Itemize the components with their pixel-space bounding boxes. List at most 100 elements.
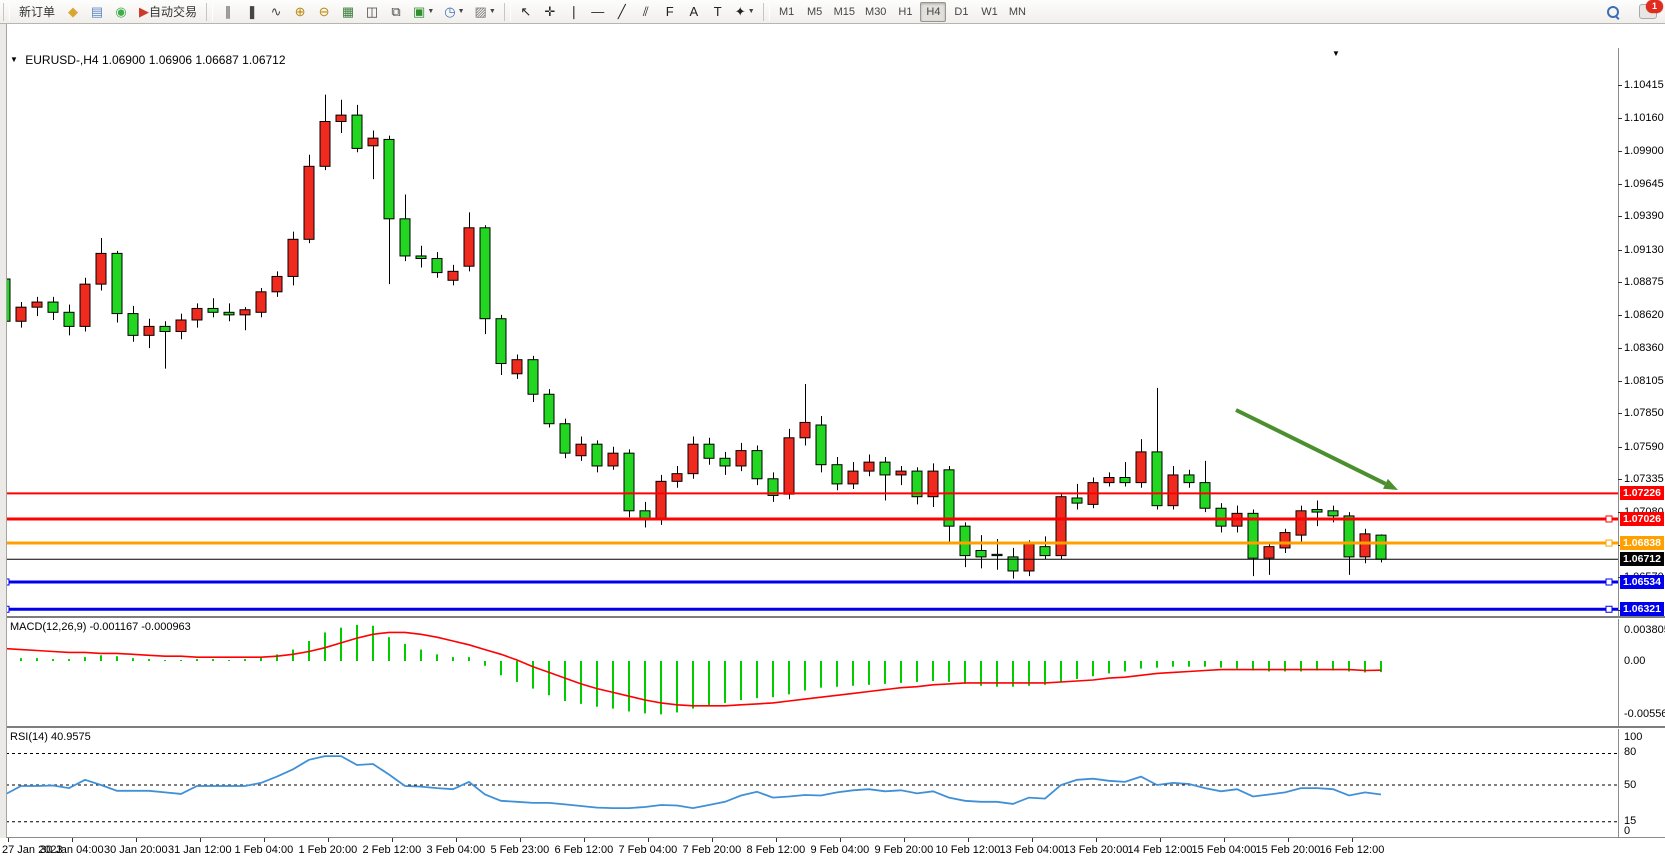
time-axis-tick <box>712 838 713 842</box>
macd-axis-label: -0.005569 <box>1624 708 1665 720</box>
macd-histogram-bar <box>84 657 86 661</box>
bar-chart-icon: ∥ <box>225 5 232 18</box>
arrange-cascade-button[interactable]: ⧉ <box>385 2 407 22</box>
price-level-badge-1.06712[interactable]: 1.06712 <box>1620 552 1664 566</box>
arrange-vertical-button[interactable]: ◫ <box>361 2 383 22</box>
timeframe-button-h1[interactable]: H1 <box>892 2 918 22</box>
rsi-axis-label: 50 <box>1624 779 1636 791</box>
macd-axis-label: 0.003805 <box>1624 624 1665 636</box>
timeframe-button-m5[interactable]: M5 <box>802 2 828 22</box>
notifications-button[interactable]: 1 <box>1639 4 1657 19</box>
macd-histogram-bar <box>20 658 22 661</box>
fibonacci-button[interactable]: F <box>659 2 681 22</box>
trendline-button[interactable]: ╱ <box>611 2 633 22</box>
bar-chart-button[interactable]: ∥ <box>217 2 239 22</box>
macd-histogram-bar <box>692 661 694 709</box>
market-depth-button[interactable]: ◉ <box>110 2 132 22</box>
macd-pane <box>0 618 1618 726</box>
chevron-down-icon[interactable]: ▼ <box>10 55 18 64</box>
trend-arrow-head[interactable] <box>1383 479 1398 490</box>
macd-histogram-bar <box>388 637 390 661</box>
bull-candle <box>512 360 522 374</box>
new-order-button[interactable]: 新订单 <box>14 2 60 22</box>
time-axis-tick <box>392 838 393 842</box>
trend-arrow[interactable] <box>1236 410 1385 484</box>
timeframe-button-m30[interactable]: M30 <box>861 2 890 22</box>
tile-windows-button[interactable]: ▦ <box>337 2 359 22</box>
ohlc-close: 1.06712 <box>242 53 285 67</box>
timeframe-button-d1[interactable]: D1 <box>948 2 974 22</box>
new-chart-button[interactable]: ▣▼ <box>409 2 438 22</box>
macd-histogram-bar <box>452 657 454 661</box>
time-axis-label: 13 Feb 20:00 <box>1064 844 1129 856</box>
template-button[interactable]: ▨▼ <box>471 2 500 22</box>
bull-candle <box>1104 477 1114 482</box>
timeframe-button-h4[interactable]: H4 <box>920 2 946 22</box>
timeframe-button-m1[interactable]: M1 <box>774 2 800 22</box>
bull-candle <box>800 422 810 437</box>
notification-badge: 1 <box>1646 0 1663 13</box>
price-level-badge-1.07226[interactable]: 1.07226 <box>1620 486 1664 500</box>
macd-histogram-bar <box>628 661 630 711</box>
toolbar-right-group: 1 <box>1597 1 1665 23</box>
rsi-axis-label: 15 <box>1624 815 1636 827</box>
line-selection-handle[interactable] <box>1606 540 1612 546</box>
trade-book-button[interactable]: ◆ <box>62 2 84 22</box>
price-level-badge-1.06321[interactable]: 1.06321 <box>1620 602 1664 616</box>
line-selection-handle[interactable] <box>1606 606 1612 612</box>
time-axis-label: 31 Jan 12:00 <box>168 844 232 856</box>
time-axis-label: 30 Jan 04:00 <box>40 844 104 856</box>
bear-candle <box>1216 508 1226 526</box>
price-level-badge-1.07026[interactable]: 1.07026 <box>1620 512 1664 526</box>
bull-candle <box>176 320 186 332</box>
chart-shift-marker[interactable]: ▼ <box>1332 49 1340 58</box>
time-axis-tick <box>776 838 777 842</box>
line-chart-button[interactable]: ∿ <box>265 2 287 22</box>
macd-histogram-bar <box>1060 661 1062 682</box>
timeframe-button-mn[interactable]: MN <box>1004 2 1030 22</box>
price-axis-label: 1.10160 <box>1624 112 1664 124</box>
chart-window-icon: ▤ <box>91 5 103 18</box>
arrows-button[interactable]: ✦▼ <box>731 2 759 22</box>
bear-candle <box>208 308 218 312</box>
pane-separator[interactable] <box>0 616 1665 619</box>
zoom-in-button[interactable]: ⊕ <box>289 2 311 22</box>
horizontal-line-button[interactable]: ― <box>587 2 609 22</box>
auto-trading-button[interactable]: ▶ 自动交易 <box>134 2 202 22</box>
pane-separator[interactable] <box>0 726 1665 729</box>
time-axis-label: 1 Feb 04:00 <box>235 844 294 856</box>
bull-candle <box>32 302 42 307</box>
candlestick-chart-button[interactable]: ❚ <box>241 2 263 22</box>
zoom-out-button[interactable]: ⊖ <box>313 2 335 22</box>
period-button[interactable]: ◷▼ <box>440 2 468 22</box>
bear-candle <box>224 312 234 315</box>
macd-histogram-bar <box>1140 661 1142 669</box>
rsi-indicator-label: RSI(14) 40.9575 <box>10 731 91 743</box>
crosshair-button[interactable]: ✛ <box>539 2 561 22</box>
price-level-badge-1.06534[interactable]: 1.06534 <box>1620 575 1664 589</box>
timeframe-button-w1[interactable]: W1 <box>976 2 1002 22</box>
bull-candle <box>320 121 330 166</box>
text-button[interactable]: A <box>683 2 705 22</box>
line-selection-handle[interactable] <box>1606 579 1612 585</box>
line-selection-handle[interactable] <box>1606 516 1612 522</box>
bear-candle <box>992 554 1002 555</box>
search-button[interactable] <box>1598 1 1628 23</box>
time-axis-tick <box>648 838 649 842</box>
macd-histogram-bar <box>420 650 422 661</box>
price-axis-label: 1.06315 <box>1624 604 1664 616</box>
equidistant-channel-button[interactable]: ⫽ <box>635 2 657 22</box>
bear-candle <box>1120 477 1130 482</box>
time-axis-tick <box>1352 838 1353 842</box>
timeframe-button-m15[interactable]: M15 <box>830 2 859 22</box>
macd-histogram-bar <box>116 656 118 661</box>
chart-window-button[interactable]: ▤ <box>86 2 108 22</box>
price-level-badge-1.06838[interactable]: 1.06838 <box>1620 536 1664 550</box>
bear-candle <box>64 312 74 326</box>
macd-histogram-bar <box>756 661 758 698</box>
cursor-button[interactable]: ↖ <box>515 2 537 22</box>
vertical-line-button[interactable]: ❘ <box>563 2 585 22</box>
bear-candle <box>560 424 570 453</box>
ohlc-low: 1.06687 <box>195 53 238 67</box>
label-button[interactable]: T <box>707 2 729 22</box>
